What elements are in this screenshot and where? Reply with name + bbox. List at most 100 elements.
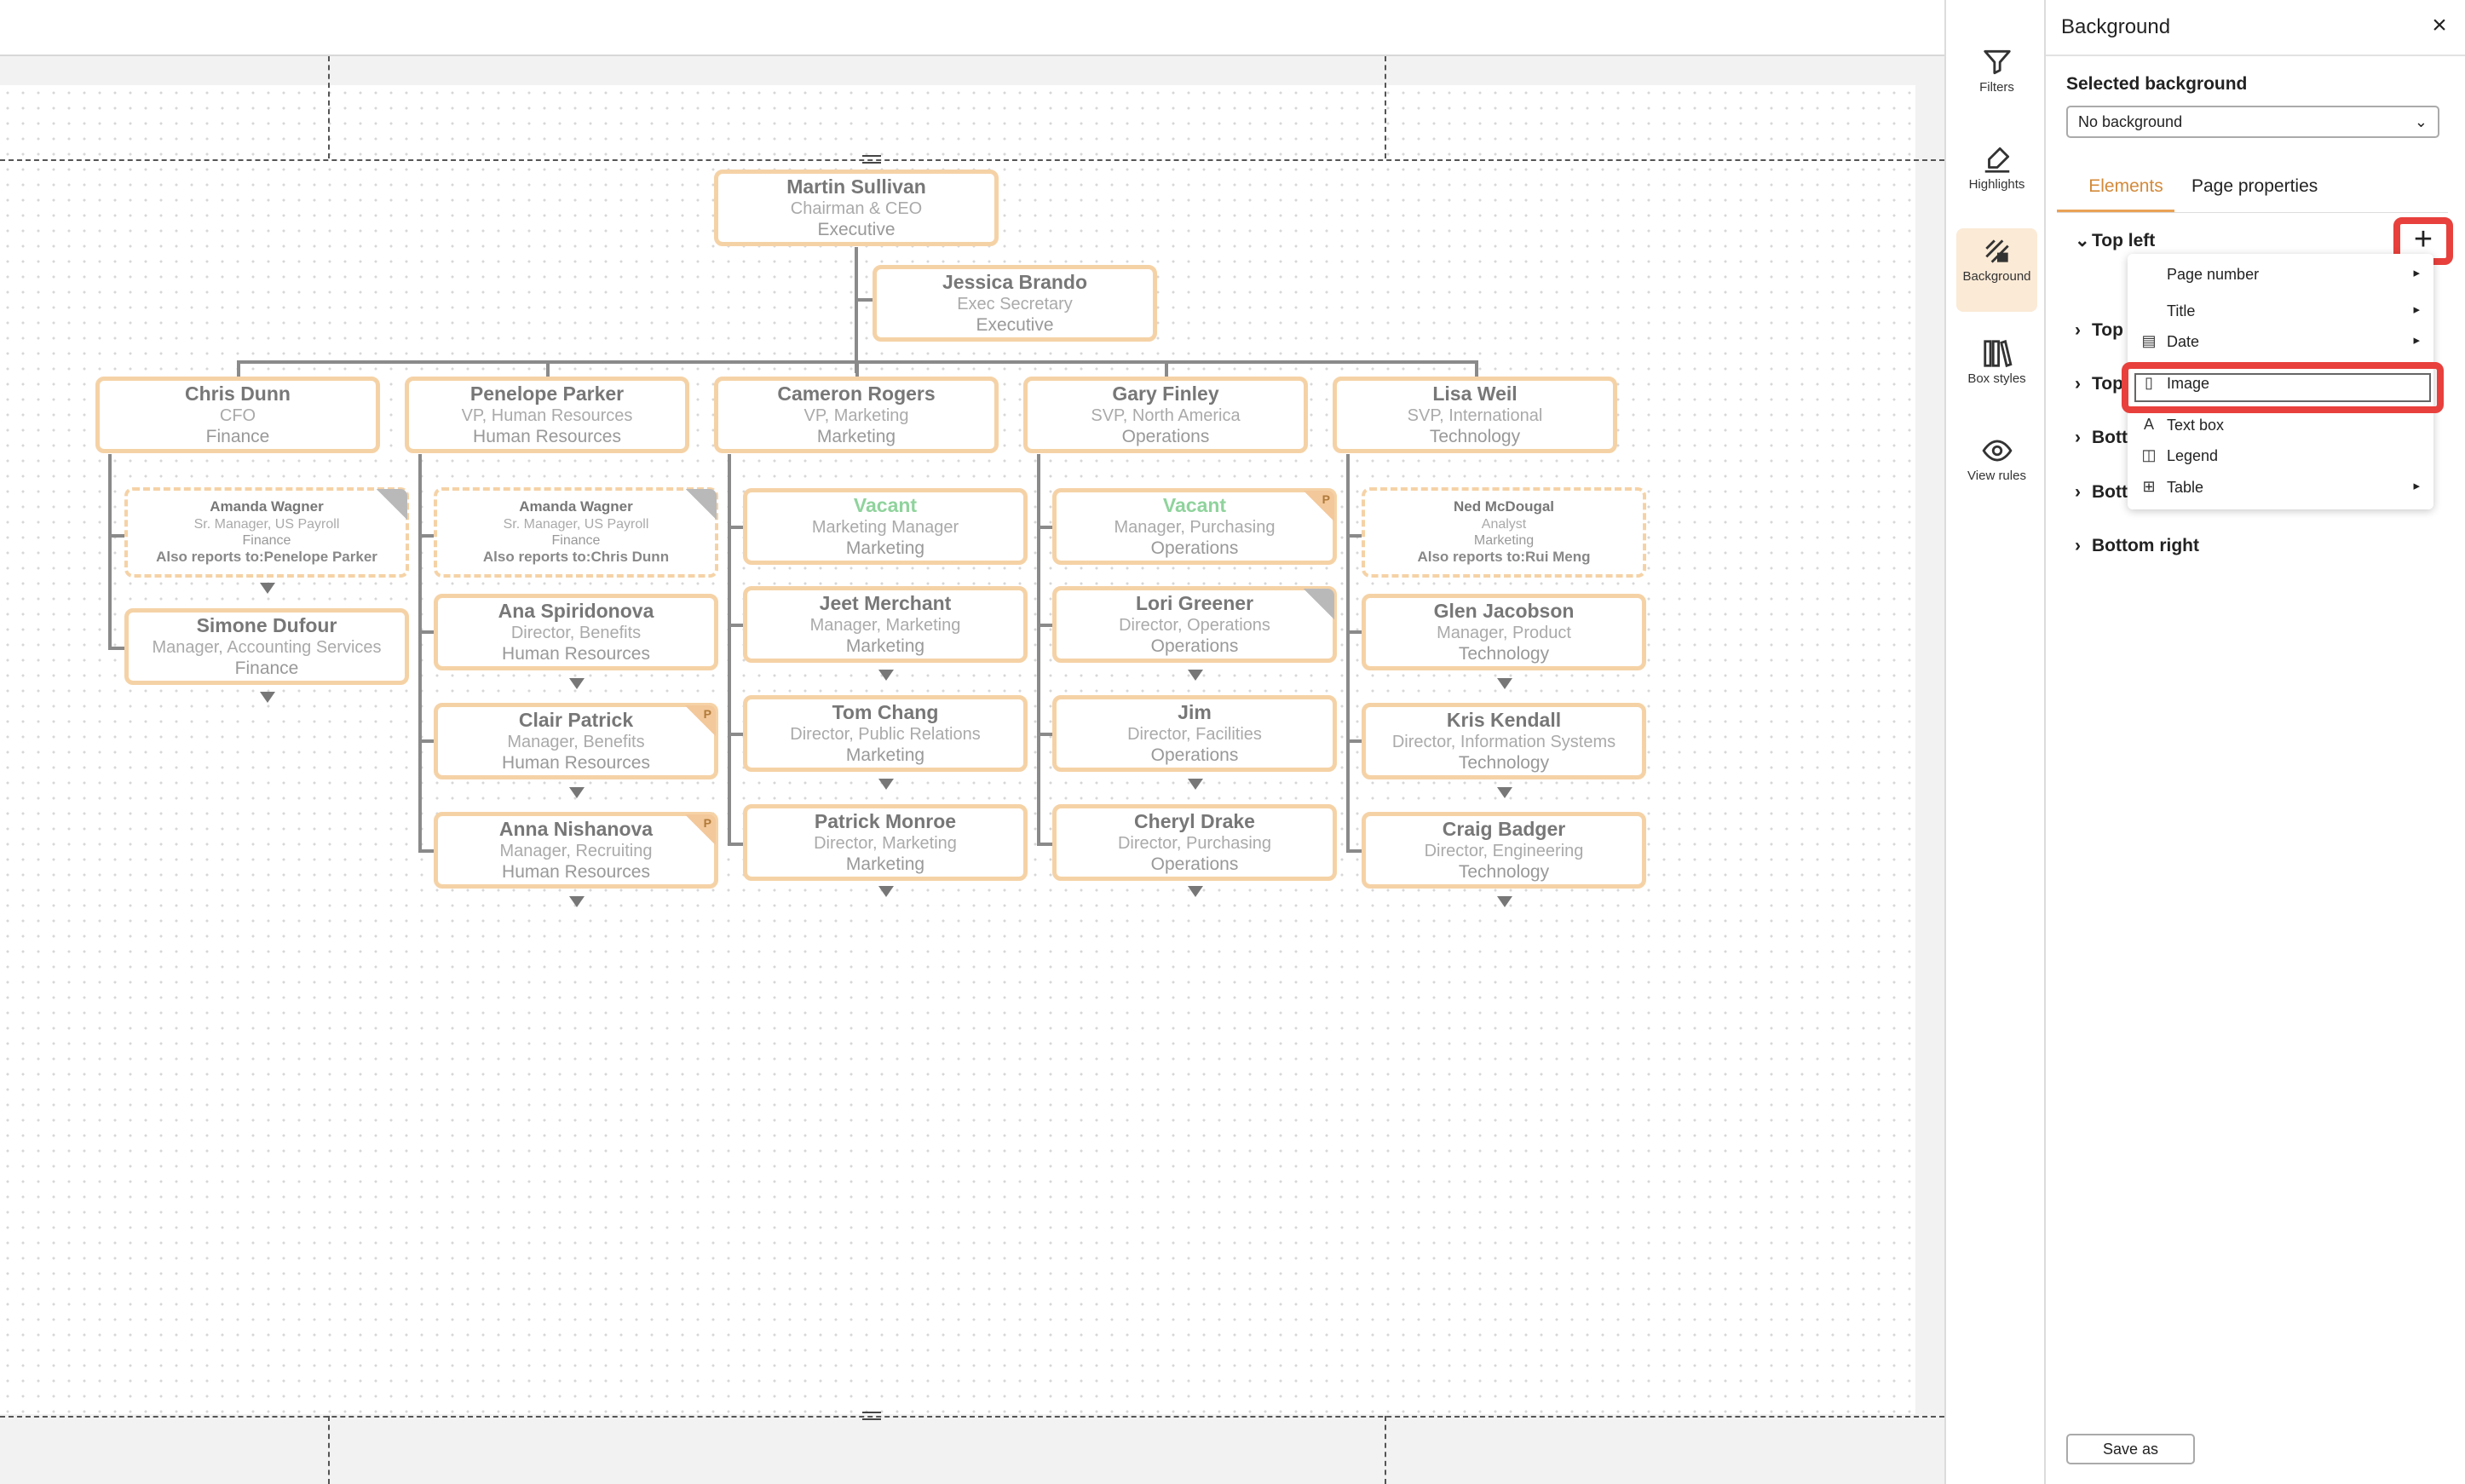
connector-line — [546, 360, 550, 377]
background-select[interactable]: No background ⌄ — [2066, 106, 2439, 138]
menu-item-page-number[interactable]: Page number ▸ — [2128, 261, 2433, 290]
chevron-down-icon: ⌄ — [2414, 113, 2428, 130]
divider — [2046, 55, 2465, 56]
section-label: Top left — [2092, 231, 2156, 250]
expand-arrow-icon[interactable] — [569, 787, 585, 798]
box-name: Cameron Rogers — [777, 382, 936, 405]
tab-elements[interactable]: Elements — [2066, 176, 2186, 197]
expand-arrow-icon[interactable] — [569, 678, 585, 689]
section-top-right[interactable]: › Top — [2075, 374, 2123, 394]
menu-item-legend[interactable]: ◫ Legend — [2128, 442, 2433, 471]
menu-item-table[interactable]: ⊞ Table ▸ — [2128, 474, 2433, 503]
section-bottom[interactable]: › Bott — [2075, 482, 2128, 503]
section-bottom-right[interactable]: › Bottom right — [2075, 536, 2199, 556]
box-title: Director, Facilities — [1127, 725, 1262, 745]
connector-line — [855, 247, 858, 373]
box-name: Jeet Merchant — [819, 591, 952, 614]
section-top[interactable]: › Top — [2075, 320, 2123, 341]
org-box-dotted-report[interactable]: Ned McDougal Analyst Marketing Also repo… — [1362, 487, 1646, 578]
org-box[interactable]: Tom Chang Director, Public Relations Mar… — [743, 695, 1028, 772]
background-panel: Background × Selected background No back… — [2046, 0, 2465, 1484]
menu-item-date[interactable]: ▤ Date ▸ — [2128, 328, 2433, 357]
box-dept: Executive — [976, 315, 1054, 336]
highlights-button[interactable]: Highlights — [1956, 136, 2037, 216]
chevron-right-icon: › — [2075, 536, 2081, 555]
box-title: VP, Marketing — [803, 406, 909, 426]
close-icon[interactable]: × — [2427, 13, 2452, 39]
save-as-button[interactable]: Save as — [2066, 1434, 2195, 1464]
expand-arrow-icon[interactable] — [878, 779, 894, 790]
connector-line — [855, 360, 859, 377]
expand-arrow-icon[interactable] — [878, 670, 894, 681]
org-box[interactable]: Patrick Monroe Director, Marketing Marke… — [743, 804, 1028, 881]
bottom-margin-handle[interactable] — [862, 1412, 881, 1420]
divider — [2057, 212, 2448, 213]
box-title: SVP, International — [1407, 406, 1543, 426]
org-box[interactable]: P Clair Patrick Manager, Benefits Human … — [434, 703, 718, 779]
top-margin-handle[interactable] — [862, 155, 881, 164]
menu-item-title[interactable]: Title ▸ — [2128, 297, 2433, 326]
menu-item-label: Date — [2167, 333, 2200, 350]
top-margin-guide[interactable] — [0, 159, 1944, 161]
org-box-vp[interactable]: Cameron Rogers VP, Marketing Marketing — [714, 377, 999, 453]
connector-line — [1037, 526, 1054, 529]
org-box-vacant[interactable]: P Vacant Manager, Purchasing Operations — [1052, 488, 1337, 565]
box-name: Clair Patrick — [518, 708, 634, 731]
tab-page-properties[interactable]: Page properties — [2191, 176, 2318, 197]
box-name: Penelope Parker — [469, 382, 625, 405]
chevron-right-icon: › — [2075, 374, 2081, 394]
expand-arrow-icon[interactable] — [1497, 896, 1512, 907]
menu-item-text-box[interactable]: A Text box — [2128, 411, 2433, 440]
org-box-vacant[interactable]: Vacant Marketing Manager Marketing — [743, 488, 1028, 565]
section-bottom-left[interactable]: › Bott — [2075, 428, 2128, 448]
org-box-vp[interactable]: Chris Dunn CFO Finance — [95, 377, 380, 453]
org-box-ceo[interactable]: Martin Sullivan Chairman & CEO Executive — [714, 170, 999, 246]
expand-arrow-icon[interactable] — [260, 583, 275, 594]
box-dept: Human Resources — [473, 427, 621, 447]
connector-line — [1037, 843, 1054, 846]
expand-arrow-icon[interactable] — [1497, 787, 1512, 798]
org-box[interactable]: P Anna Nishanova Manager, Recruiting Hum… — [434, 812, 718, 889]
expand-arrow-icon[interactable] — [1188, 886, 1203, 897]
expand-arrow-icon[interactable] — [1188, 670, 1203, 681]
expand-arrow-icon[interactable] — [878, 886, 894, 897]
box-title: Director, Operations — [1119, 616, 1270, 636]
org-box-vp[interactable]: Penelope Parker VP, Human Resources Huma… — [405, 377, 689, 453]
org-box[interactable]: Ana Spiridonova Director, Benefits Human… — [434, 594, 718, 670]
box-title: Director, Benefits — [510, 624, 642, 643]
box-name: Chris Dunn — [185, 382, 291, 405]
filters-button[interactable]: Filters — [1956, 39, 2037, 119]
org-box-vp[interactable]: Gary Finley SVP, North America Operation… — [1023, 377, 1308, 453]
org-box-dotted-report[interactable]: Amanda Wagner Sr. Manager, US Payroll Fi… — [434, 487, 718, 578]
box-title: Director, Public Relations — [790, 725, 981, 745]
org-box[interactable]: Kris Kendall Director, Information Syste… — [1362, 703, 1646, 779]
org-box[interactable]: Craig Badger Director, Engineering Techn… — [1362, 812, 1646, 889]
org-box-assistant[interactable]: Jessica Brando Exec Secretary Executive — [873, 265, 1157, 342]
photo-corner-icon — [1304, 589, 1334, 619]
org-box[interactable]: Lori Greener Director, Operations Operat… — [1052, 586, 1337, 663]
box-styles-button[interactable]: Box styles — [1956, 331, 2037, 411]
connector-line — [728, 624, 745, 627]
box-dept: Human Resources — [502, 862, 650, 883]
expand-arrow-icon[interactable] — [260, 692, 275, 703]
box-dept: Human Resources — [502, 644, 650, 664]
expand-arrow-icon[interactable] — [1497, 678, 1512, 689]
org-box[interactable]: Cheryl Drake Director, Purchasing Operat… — [1052, 804, 1337, 881]
org-box[interactable]: Simone Dufour Manager, Accounting Servic… — [124, 608, 409, 685]
submenu-arrow-icon: ▸ — [2413, 479, 2420, 493]
org-box-vp[interactable]: Lisa Weil SVP, International Technology — [1333, 377, 1617, 453]
org-box[interactable]: Glen Jacobson Manager, Product Technolog… — [1362, 594, 1646, 670]
view-rules-button[interactable]: View rules — [1956, 428, 2037, 508]
bottom-margin-guide[interactable] — [0, 1416, 1944, 1418]
expand-arrow-icon[interactable] — [569, 896, 585, 907]
org-box[interactable]: Jeet Merchant Manager, Marketing Marketi… — [743, 586, 1028, 663]
expand-arrow-icon[interactable] — [1188, 779, 1203, 790]
section-top-left[interactable]: ⌄ Top left — [2075, 230, 2155, 251]
org-box-dotted-report[interactable]: Amanda Wagner Sr. Manager, US Payroll Fi… — [124, 487, 409, 578]
rail-label: Box styles — [1967, 371, 2026, 386]
filter-icon — [1983, 49, 2011, 75]
org-box[interactable]: Jim Director, Facilities Operations — [1052, 695, 1337, 772]
highlighter-icon — [1984, 147, 2009, 173]
selected-background-label: Selected background — [2066, 74, 2248, 94]
background-button[interactable]: Background — [1956, 228, 2037, 312]
